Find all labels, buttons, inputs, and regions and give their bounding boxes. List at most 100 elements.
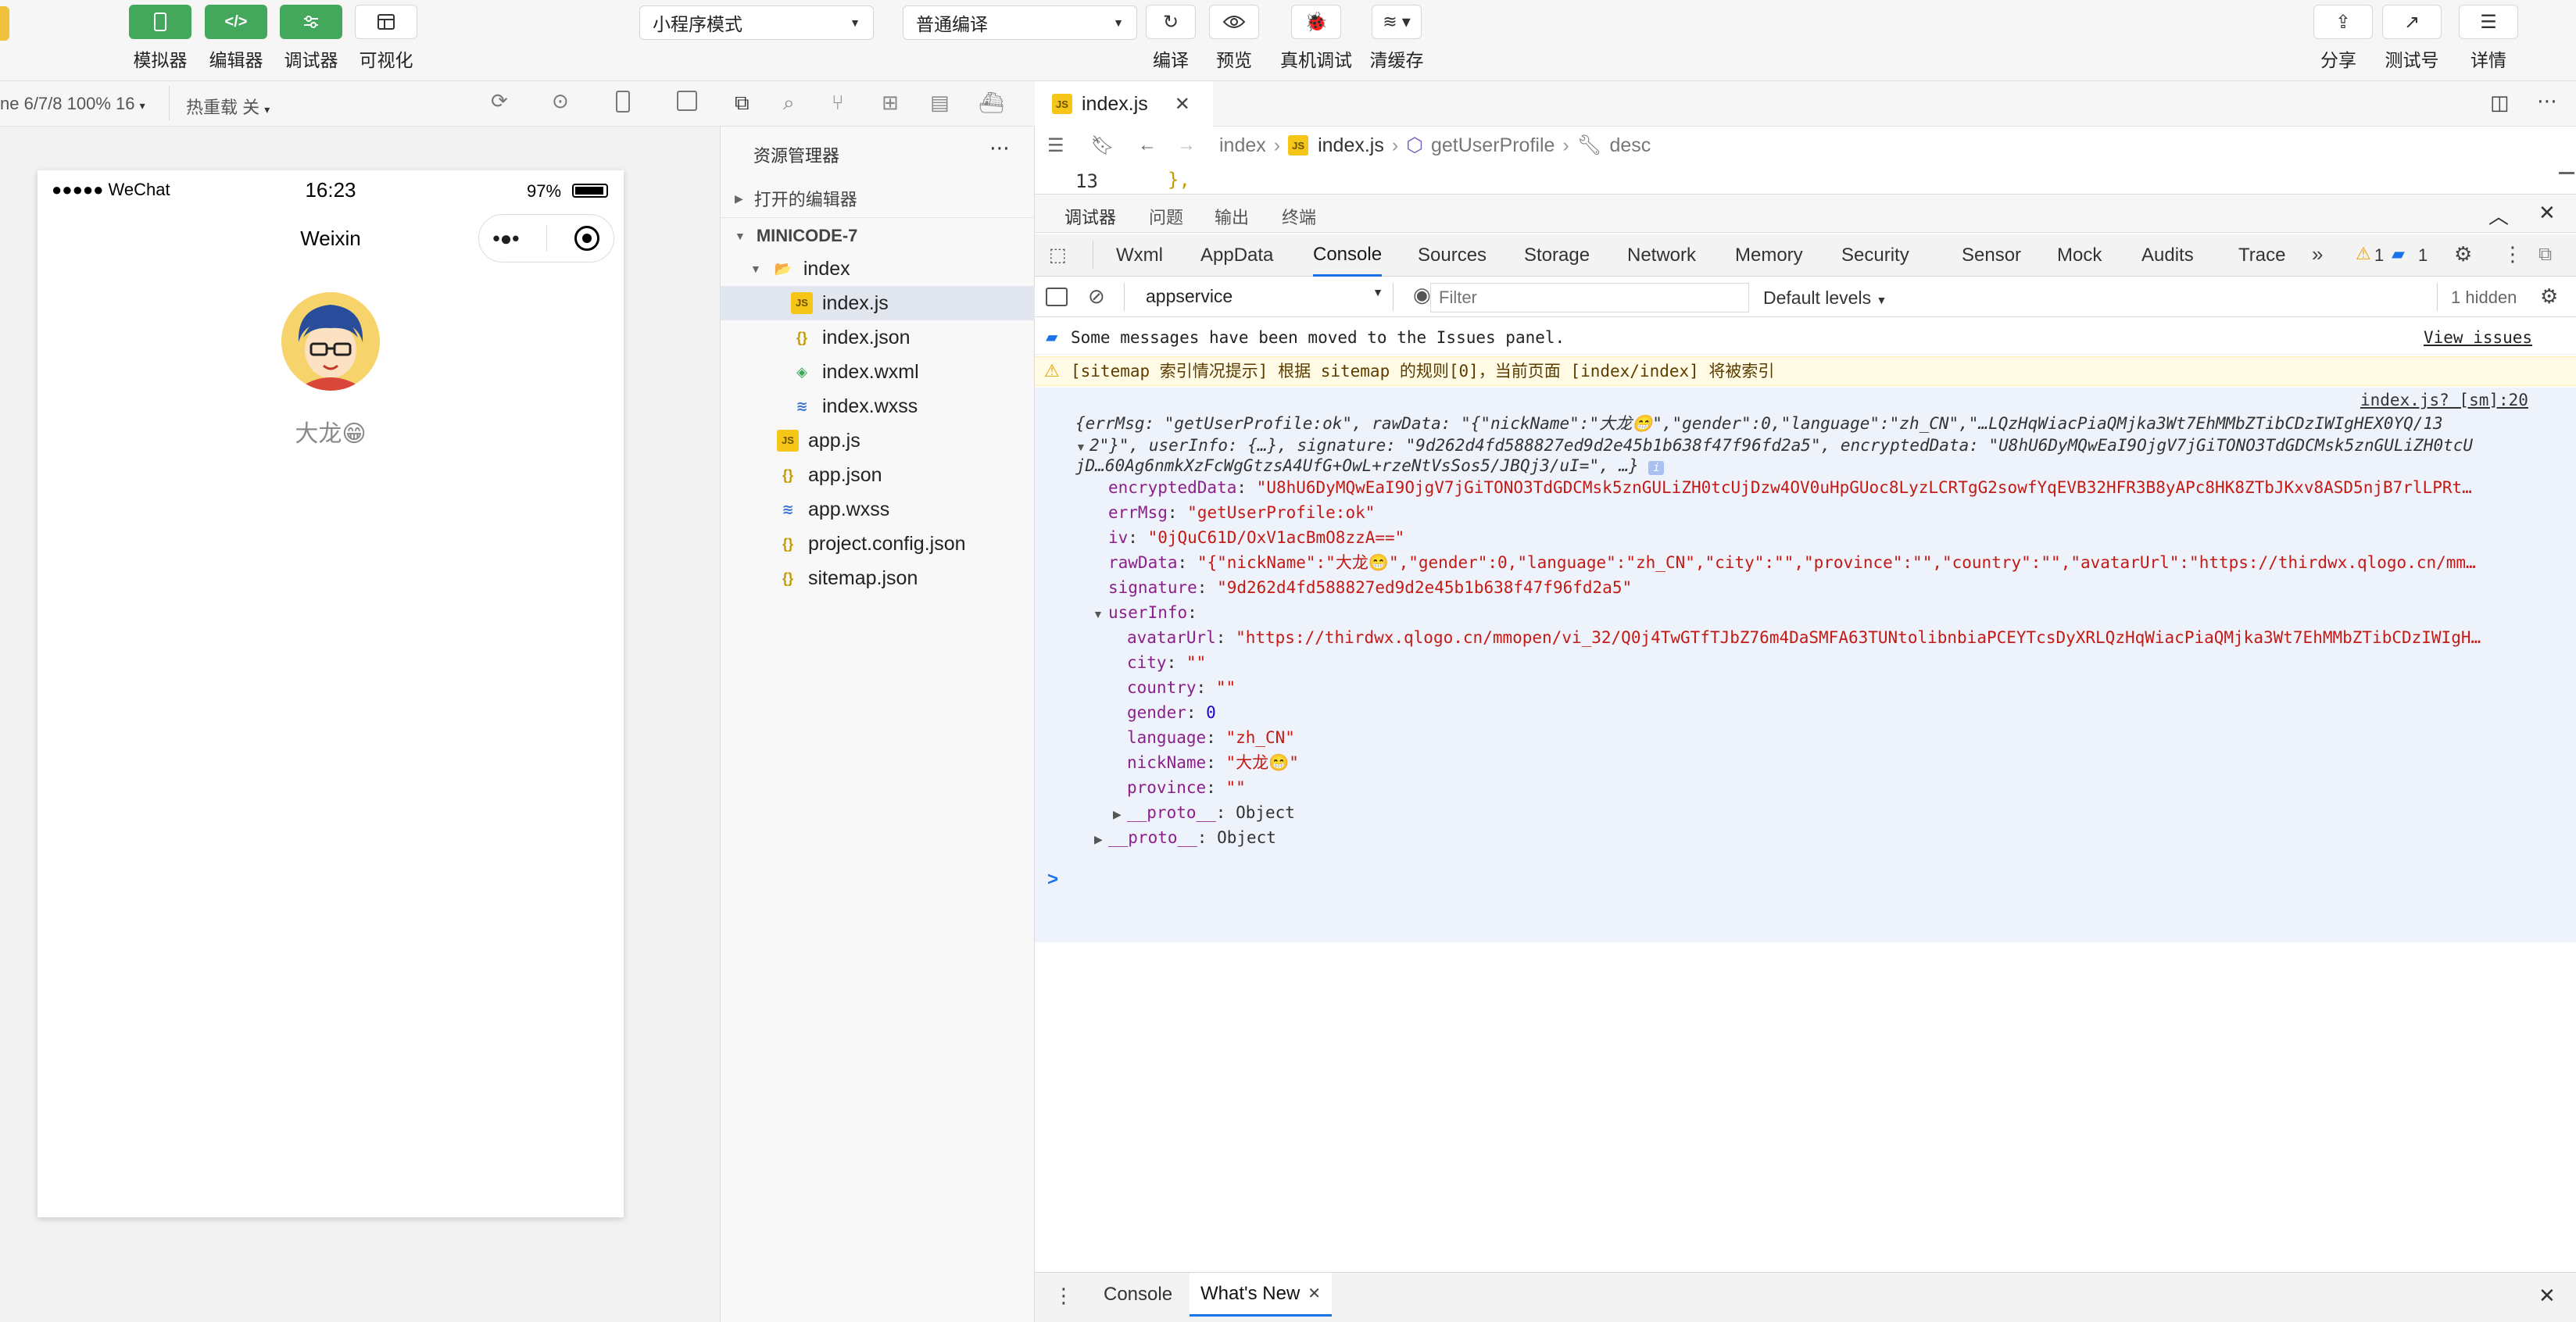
project-section[interactable]: ▼ MINICODE-7 (721, 219, 1035, 253)
drawer-tab-whats-new[interactable]: What's New ✕ (1190, 1273, 1333, 1317)
mode-select[interactable]: 小程序模式 ▼ (639, 5, 874, 40)
editor-tab-index-js[interactable]: JS index.js ✕ (1035, 81, 1213, 127)
git-branch-icon[interactable]: ⑂ (832, 91, 844, 115)
panel-tab-debugger[interactable]: 调试器 (1064, 204, 1117, 237)
compile-button[interactable]: ↻ (1146, 5, 1196, 39)
search-icon[interactable]: ⌕ (783, 91, 795, 116)
panel-tab-problems[interactable]: 问题 (1149, 204, 1183, 229)
log-levels-select[interactable]: Default levels ▼ (1763, 288, 1887, 309)
tree-item-sitemap-json[interactable]: {} sitemap.json (721, 561, 1035, 595)
close-icon[interactable]: ✕ (1175, 93, 1190, 116)
devtools-tab-memory[interactable]: Memory (1735, 234, 1803, 277)
console-settings-icon[interactable]: ⚙ (2540, 284, 2558, 309)
devtools-tab-storage[interactable]: Storage (1524, 234, 1590, 277)
drawer-tab-console[interactable]: Console (1093, 1273, 1183, 1317)
tree-item-index-wxss[interactable]: ≋ index.wxss (721, 389, 1035, 423)
context-select[interactable]: appservice ▼ (1146, 286, 1383, 309)
open-editors-section[interactable]: ▶ 打开的编辑器 (721, 181, 1035, 216)
breadcrumb-item[interactable]: index (1219, 134, 1266, 157)
tree-item-index-folder[interactable]: ▼ 📂 index (721, 252, 1035, 286)
real-debug-button[interactable]: 🐞 (1291, 5, 1341, 39)
debugger-toggle-button[interactable] (280, 5, 342, 39)
breadcrumb-item[interactable]: index.js (1318, 134, 1384, 157)
warning-icon[interactable]: ⚠ (2356, 244, 2371, 264)
close-icon[interactable]: ✕ (1308, 1284, 1321, 1303)
kebab-menu-icon[interactable]: ⋮ (1054, 1284, 1074, 1308)
details-button[interactable]: ☰ (2459, 5, 2518, 39)
hot-reload-select[interactable]: 热重载 关 ▾ (186, 94, 270, 119)
chevron-up-icon[interactable]: ︿ (2488, 201, 2509, 230)
devtools-tab-network[interactable]: Network (1627, 234, 1696, 277)
property-row[interactable]: __proto__: Object (1127, 800, 2576, 825)
inspect-icon[interactable]: ⬚ (1049, 244, 1067, 266)
tree-item-index-js[interactable]: JS index.js (721, 286, 1035, 320)
forward-arrow-icon[interactable]: → (1177, 134, 1196, 156)
visual-toggle-button[interactable] (355, 5, 417, 39)
more-icon[interactable]: ⋯ (2537, 89, 2557, 113)
tree-item-index-json[interactable]: {} index.json (721, 320, 1035, 355)
capsule-menu[interactable]: •●• (478, 214, 614, 263)
code-editor[interactable]: 13 }, (1035, 166, 2576, 194)
simulator-toggle-button[interactable] (129, 5, 191, 39)
tree-item-project-config[interactable]: {} project.config.json (721, 527, 1035, 561)
devtools-tab-audits[interactable]: Audits (2141, 234, 2194, 277)
clear-console-icon[interactable]: ⊘ (1088, 284, 1105, 309)
message-icon[interactable]: ▰ (2392, 244, 2405, 264)
chevron-down-icon[interactable]: ▼ (1075, 441, 1086, 453)
chevron-right-icon[interactable]: ▶ (1113, 808, 1122, 821)
tree-item-app-js[interactable]: JS app.js (721, 423, 1035, 458)
devtools-tab-console[interactable]: Console (1313, 234, 1383, 277)
devtools-tab-sensor[interactable]: Sensor (1962, 234, 2021, 277)
chevron-right-icon[interactable]: ▶ (1094, 833, 1103, 846)
sidebar-toggle-icon[interactable] (1046, 288, 1068, 306)
more-dots-icon[interactable]: •●• (493, 227, 520, 251)
preview-button[interactable] (1209, 5, 1259, 39)
share-button[interactable]: ⇪ (2313, 5, 2373, 39)
tree-item-app-wxss[interactable]: ≋ app.wxss (721, 492, 1035, 527)
devtools-tab-mock[interactable]: Mock (2057, 234, 2102, 277)
devtools-tab-appdata[interactable]: AppData (1200, 234, 1273, 277)
more-tabs-icon[interactable]: » (2312, 242, 2323, 266)
info-badge-icon[interactable]: i (1648, 461, 1665, 475)
eye-icon[interactable]: ◉ (1413, 283, 1431, 307)
chevron-down-icon[interactable]: ▼ (1093, 608, 1104, 620)
property-row[interactable]: __proto__: Object (1108, 825, 2576, 850)
more-icon[interactable]: ⋯ (989, 136, 1010, 160)
devtools-tab-wxml[interactable]: Wxml (1116, 234, 1163, 277)
device-icon[interactable] (616, 91, 630, 113)
device-select[interactable]: ne 6/7/8 100% 16 ▾ (0, 94, 145, 114)
devtools-tab-security[interactable]: Security (1841, 234, 1909, 277)
rotate-icon[interactable]: ⟳ (491, 89, 508, 113)
source-link[interactable]: index.js? [sm]:20 (2360, 391, 2528, 409)
devtools-tab-sources[interactable]: Sources (1418, 234, 1487, 277)
tree-item-index-wxml[interactable]: ◈ index.wxml (721, 355, 1035, 389)
test-account-button[interactable]: ↗ (2382, 5, 2442, 39)
compile-select[interactable]: 普通编译 ▼ (903, 5, 1137, 40)
editor-toggle-button[interactable]: </> (205, 5, 267, 39)
tree-item-app-json[interactable]: {} app.json (721, 458, 1035, 492)
breadcrumb-item[interactable]: desc (1609, 134, 1651, 157)
settings-gear-icon[interactable]: ⚙ (2454, 242, 2472, 266)
console-filter-input[interactable] (1430, 283, 1749, 313)
files-icon[interactable]: ⧉ (735, 91, 750, 116)
extensions-icon[interactable]: ⊞ (882, 91, 899, 115)
breadcrumb-item[interactable]: getUserProfile (1431, 134, 1555, 157)
devtools-tab-trace[interactable]: Trace (2238, 234, 2285, 277)
window-icon[interactable] (677, 91, 697, 111)
panel-tab-output[interactable]: 输出 (1215, 204, 1249, 229)
outline-icon[interactable]: ▤ (930, 91, 950, 115)
close-circle-icon[interactable] (574, 226, 600, 251)
close-drawer-icon[interactable]: ✕ (2538, 1284, 2556, 1308)
docker-icon[interactable]: ⛴ (979, 91, 1004, 115)
bookmark-icon[interactable]: 🔖︎ (1091, 134, 1114, 157)
console-prompt[interactable]: > (1035, 866, 2576, 897)
list-icon[interactable]: ☰ (1047, 134, 1064, 157)
split-editor-icon[interactable]: ◫ (2490, 91, 2510, 115)
view-issues-link[interactable]: View issues (2424, 325, 2532, 350)
clear-cache-button[interactable]: ≋ ▾ (1372, 5, 1422, 39)
property-row[interactable]: userInfo: (1108, 600, 2576, 625)
kebab-menu-icon[interactable]: ⋮ (2503, 242, 2523, 266)
panel-tab-terminal[interactable]: 终端 (1282, 204, 1316, 229)
dock-icon[interactable]: ⧉ (2538, 244, 2552, 266)
close-icon[interactable]: ✕ (2538, 201, 2556, 225)
